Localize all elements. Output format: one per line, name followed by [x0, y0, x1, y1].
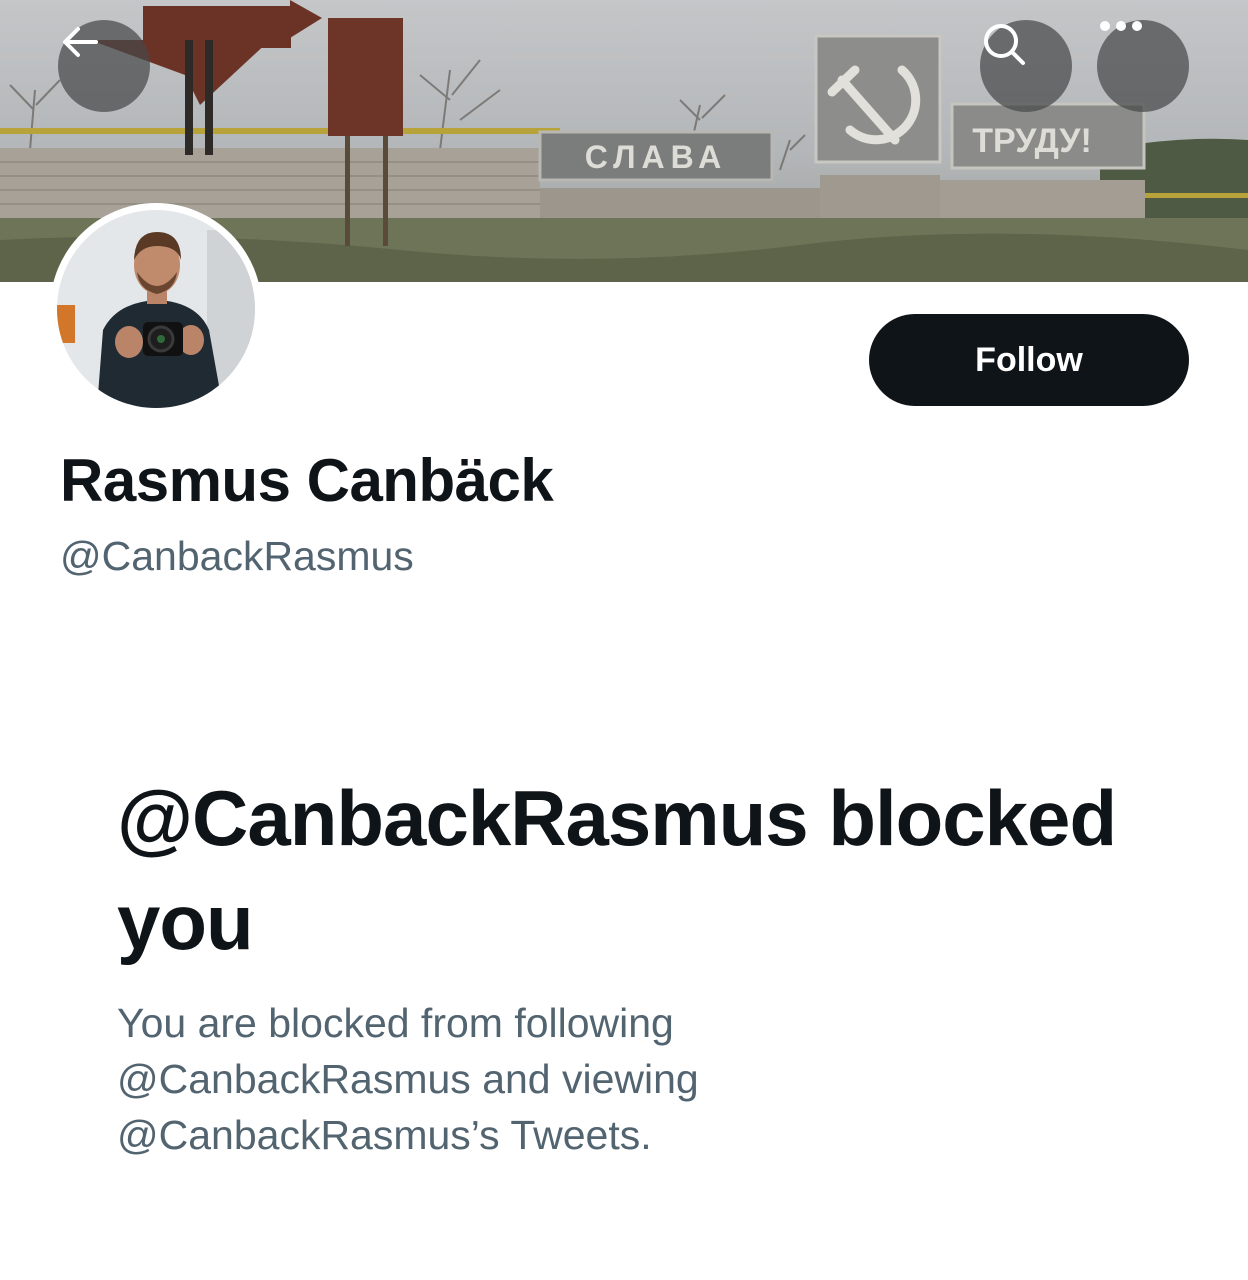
more-horizontal-icon — [1100, 21, 1142, 31]
arrow-left-icon — [63, 27, 98, 57]
search-button[interactable] — [980, 20, 1072, 112]
follow-button[interactable]: Follow — [869, 314, 1189, 406]
search-icon — [984, 24, 1025, 65]
blocked-title: @CanbackRasmus blocked you — [117, 774, 1117, 966]
profile-page: СЛАВА ТРУДУ! Follow Rasmus Canbäck @Canb… — [0, 0, 1248, 1280]
profile-display-name: Rasmus Canbäck — [60, 447, 554, 514]
profile-handle: @CanbackRasmus — [60, 533, 414, 579]
banner-sign-right: ТРУДУ! — [972, 122, 1092, 160]
profile-avatar[interactable] — [50, 203, 262, 415]
back-button[interactable] — [58, 20, 150, 112]
more-options-button[interactable] — [1097, 20, 1189, 112]
banner-sign-left: СЛАВА — [585, 139, 728, 175]
blocked-description: You are blocked from following @CanbackR… — [117, 1000, 699, 1158]
avatar-photo — [57, 210, 255, 408]
